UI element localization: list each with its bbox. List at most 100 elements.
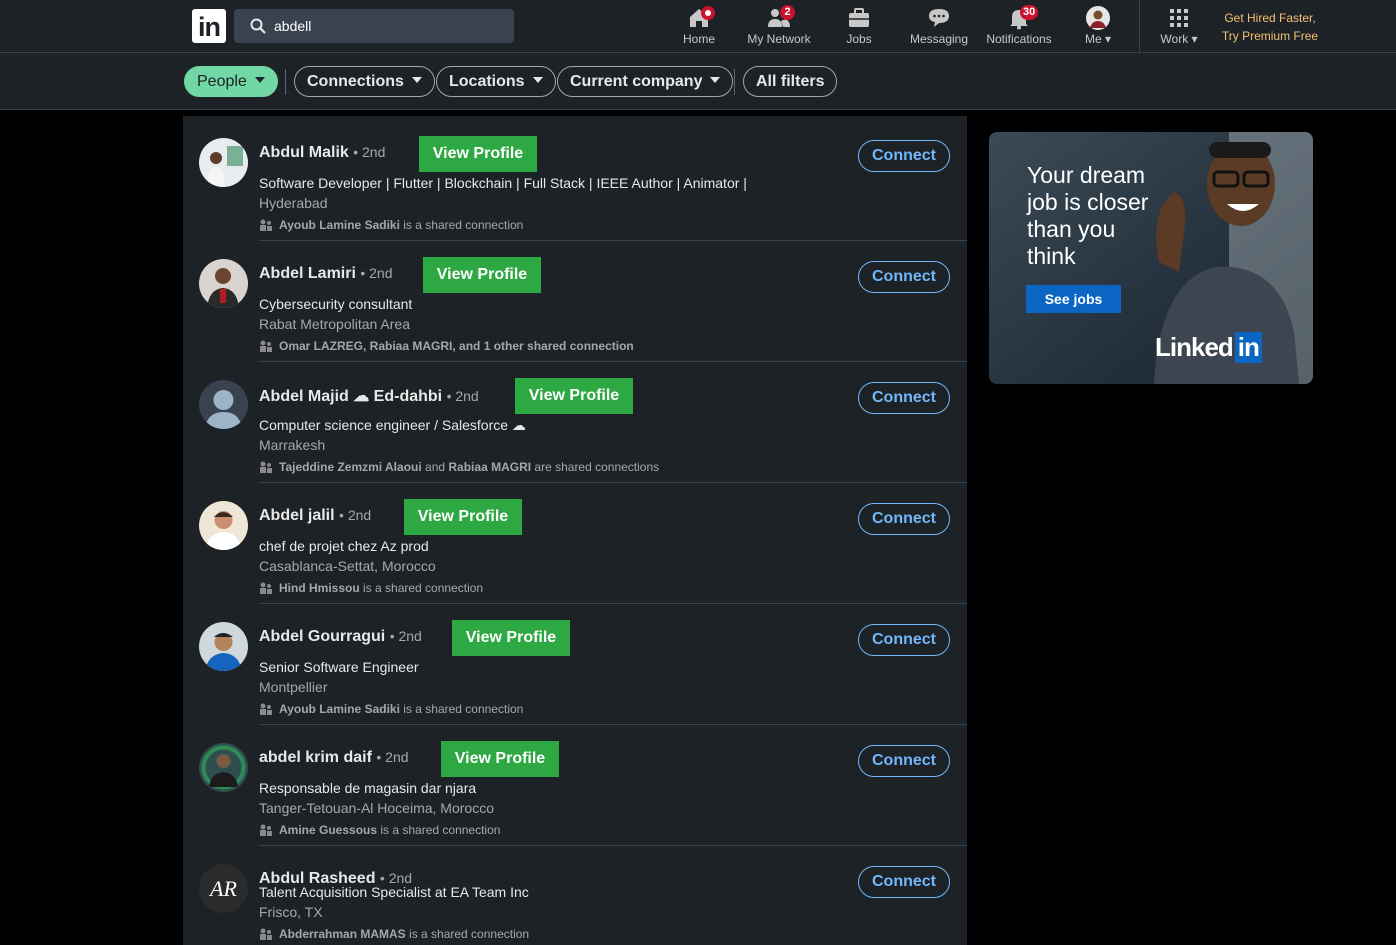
view-profile-button[interactable]: View Profile xyxy=(423,257,541,293)
result-location: Frisco, TX xyxy=(259,904,323,920)
connection-degree: • 2nd xyxy=(446,388,479,404)
avatar[interactable] xyxy=(199,259,248,308)
connect-button[interactable]: Connect xyxy=(858,261,950,293)
shared-connections[interactable]: Ayoub Lamine Sadiki is a shared connecti… xyxy=(259,702,523,716)
chevron-down-icon: ▾ xyxy=(1104,32,1112,46)
shared-connections[interactable]: Tajeddine Zemzmi Alaoui and Rabiaa MAGRI… xyxy=(259,460,659,474)
nav-messaging-label: Messaging xyxy=(909,32,969,46)
avatar[interactable] xyxy=(199,743,248,792)
avatar[interactable] xyxy=(199,138,248,187)
filter-current-company[interactable]: Current company xyxy=(557,66,734,97)
caret-down-icon xyxy=(254,77,265,83)
filter-current-company-label: Current company xyxy=(570,73,703,90)
nav-home[interactable]: Home xyxy=(679,4,719,50)
result-name[interactable]: abdel krim daif xyxy=(259,749,372,766)
caret-down-icon xyxy=(411,77,422,83)
result-name[interactable]: Abdel Lamiri xyxy=(259,265,356,282)
filter-divider xyxy=(734,69,735,95)
search-results-list: Abdul Malik • 2nd View Profile Software … xyxy=(183,116,967,945)
view-profile-button[interactable]: View Profile xyxy=(441,741,559,777)
connect-button[interactable]: Connect xyxy=(858,866,950,898)
avatar[interactable]: AR xyxy=(199,864,248,913)
search-input[interactable] xyxy=(274,9,504,43)
home-icon xyxy=(687,6,715,30)
result-name[interactable]: Abdel jalil xyxy=(259,507,335,524)
connect-button[interactable]: Connect xyxy=(858,745,950,777)
shared-connections[interactable]: Abderrahman MAMAS is a shared connection xyxy=(259,927,529,941)
briefcase-icon xyxy=(847,6,871,30)
nav-my-network-label: My Network xyxy=(747,32,811,46)
shared-connection-names: Hind Hmissou xyxy=(279,581,360,595)
nav-messaging[interactable]: Messaging xyxy=(906,4,972,50)
view-profile-button[interactable]: View Profile xyxy=(404,499,522,535)
shared-connection-text: are shared connections xyxy=(531,460,660,474)
ad-headline: Your dream job is closer than you think xyxy=(1027,162,1149,269)
shared-connection-text: is a shared connection xyxy=(399,702,524,716)
view-profile-button[interactable]: View Profile xyxy=(419,136,537,172)
nav-divider xyxy=(1139,0,1140,52)
shared-connection-names: Amine Guessous xyxy=(279,823,378,837)
filter-people-label: People xyxy=(197,73,247,90)
shared-connections[interactable]: Amine Guessous is a shared connection xyxy=(259,823,500,837)
result-name[interactable]: Abdel Majid ☁ Ed-dahbi xyxy=(259,388,442,405)
shared-connection-names: Abderrahman MAMAS xyxy=(279,927,406,941)
svg-text:AR: AR xyxy=(208,876,237,901)
shared-connection-names: Rabiaa MAGRI xyxy=(448,460,532,474)
notification-dot xyxy=(701,6,715,20)
premium-upsell-link[interactable]: Get Hired Faster, Try Premium Free xyxy=(1218,9,1322,45)
view-profile-button[interactable]: View Profile xyxy=(452,620,570,656)
shared-connections[interactable]: Ayoub Lamine Sadiki is a shared connecti… xyxy=(259,218,523,232)
nav-work-label: Work xyxy=(1160,32,1189,46)
filter-all-filters[interactable]: All filters xyxy=(743,66,838,97)
result-name[interactable]: Abdul Malik xyxy=(259,144,349,161)
people-icon xyxy=(260,928,272,940)
filter-locations[interactable]: Locations xyxy=(436,66,556,97)
nav-notifications-label: Notifications xyxy=(986,32,1052,46)
shared-connection-text: is a shared connection xyxy=(405,927,530,941)
search-icon xyxy=(250,18,266,34)
result-location: Rabat Metropolitan Area xyxy=(259,316,410,332)
shared-connections[interactable]: Hind Hmissou is a shared connection xyxy=(259,581,483,595)
avatar[interactable] xyxy=(199,380,248,429)
filter-connections[interactable]: Connections xyxy=(294,66,435,97)
result-location: Marrakesh xyxy=(259,437,326,453)
result-row: AR Abdul Rasheed • 2nd Talent Acquisitio… xyxy=(183,846,967,945)
shared-connection-names: Ayoub Lamine Sadiki xyxy=(279,702,400,716)
see-jobs-button[interactable]: See jobs xyxy=(1026,285,1121,313)
messaging-icon xyxy=(927,6,951,30)
nav-jobs[interactable]: Jobs xyxy=(839,4,879,50)
nav-me-label: Me xyxy=(1084,32,1102,46)
nav-work[interactable]: Work ▾ xyxy=(1156,4,1202,50)
shared-connection-text: and xyxy=(421,460,449,474)
view-profile-button[interactable]: View Profile xyxy=(515,378,633,414)
avatar[interactable] xyxy=(199,622,248,671)
shared-connection-names: Omar LAZREG, Rabiaa MAGRI, and 1 other s… xyxy=(279,339,634,353)
result-headline: chef de projet chez Az prod xyxy=(259,538,429,554)
result-name[interactable]: Abdel Gourragui xyxy=(259,628,385,645)
connect-button[interactable]: Connect xyxy=(858,624,950,656)
avatar[interactable] xyxy=(199,501,248,550)
shared-connection-names: Ayoub Lamine Sadiki xyxy=(279,218,400,232)
notifications-badge: 30 xyxy=(1020,5,1039,20)
nav-notifications[interactable]: 30 Notifications xyxy=(982,4,1056,50)
nav-jobs-label: Jobs xyxy=(846,32,872,46)
connect-button[interactable]: Connect xyxy=(858,503,950,535)
search-box[interactable] xyxy=(234,9,514,43)
connect-button[interactable]: Connect xyxy=(858,140,950,172)
people-icon xyxy=(260,824,272,836)
job-ad-banner[interactable]: Your dream job is closer than you think … xyxy=(989,132,1313,384)
shared-connection-text: is a shared connection xyxy=(377,823,501,837)
filter-people[interactable]: People xyxy=(184,66,278,97)
result-location: Tanger-Tetouan-Al Hoceima, Morocco xyxy=(259,800,494,816)
result-location: Montpellier xyxy=(259,679,328,695)
connect-button[interactable]: Connect xyxy=(858,382,950,414)
filter-locations-label: Locations xyxy=(449,73,525,90)
shared-connections[interactable]: Omar LAZREG, Rabiaa MAGRI, and 1 other s… xyxy=(259,339,634,353)
linkedin-logo-icon[interactable]: in xyxy=(192,9,226,43)
shared-connection-names: Tajeddine Zemzmi Alaoui xyxy=(279,460,422,474)
nav-my-network[interactable]: 2 My Network xyxy=(744,4,814,50)
nav-me[interactable]: Me ▾ xyxy=(1078,4,1118,50)
result-row: Abdel Majid ☁ Ed-dahbi • 2nd View Profil… xyxy=(183,362,967,483)
result-headline: Cybersecurity consultant xyxy=(259,296,413,312)
result-row: Abdul Malik • 2nd View Profile Software … xyxy=(183,120,967,241)
